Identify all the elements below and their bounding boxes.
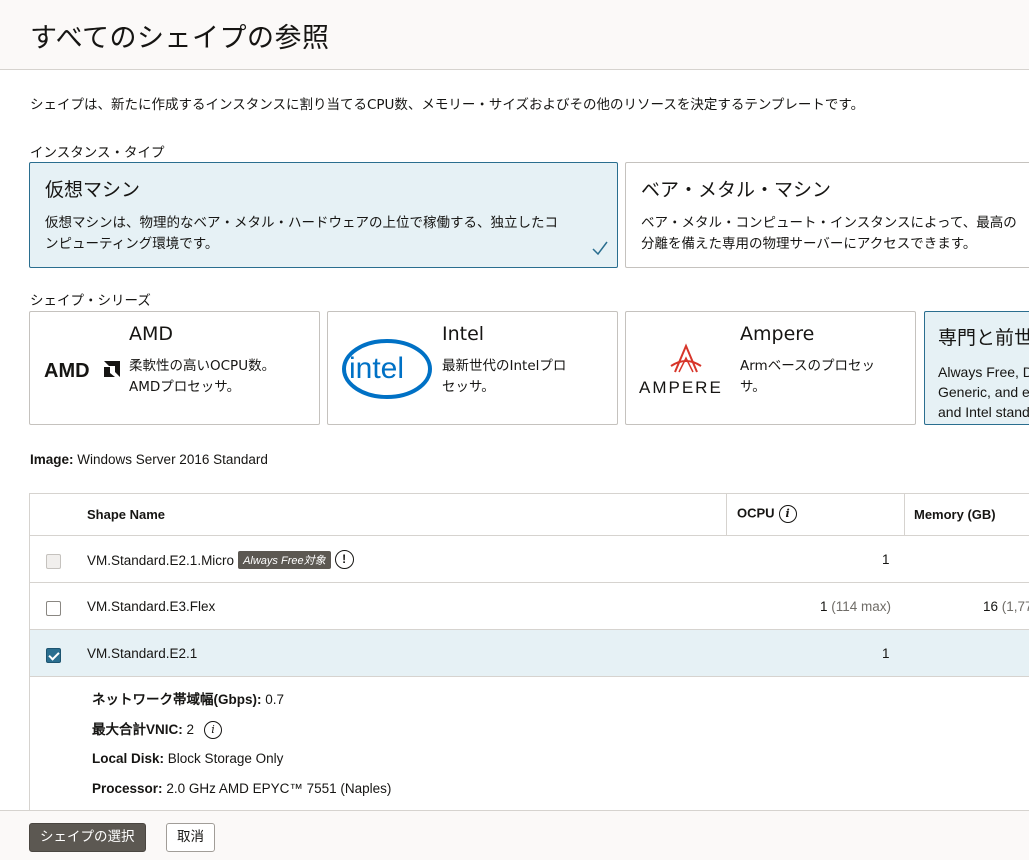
detail-local-disk: Local Disk: Block Storage Only	[92, 751, 283, 766]
card-desc-line: Armベースのプロセッ	[740, 358, 876, 374]
info-icon[interactable]: i	[778, 505, 797, 523]
table-row[interactable]: VM.Standard.E3.Flex 1 (114 max) 16 (1,77	[30, 583, 1029, 630]
card-description: Armベースのプロセッ サ。	[740, 356, 875, 398]
instance-type-label: インスタンス・タイプ	[30, 145, 165, 161]
panel-header: すべてのシェイプの参照	[0, 0, 1029, 70]
card-description: 柔軟性の高いOCPU数。 AMDプロセッサ。	[129, 356, 275, 398]
card-title: 仮想マシン	[45, 179, 141, 201]
memory-value: 16	[983, 599, 999, 614]
check-icon	[592, 241, 608, 256]
memory-max: (1,77	[1001, 599, 1029, 614]
select-shape-button[interactable]: シェイプの選択	[29, 823, 146, 852]
ocpu-cell: 1 (114 max)	[820, 599, 891, 614]
card-description: 仮想マシンは、物理的なベア・メタル・ハードウェアの上位で稼働する、独立したコ ン…	[45, 213, 558, 255]
card-desc-line: サ。	[740, 379, 766, 395]
detail-max-vnic: 最大合計VNIC: 2i	[92, 718, 223, 740]
amd-logo-text: AMD	[44, 360, 90, 380]
intel-logo-text: intel	[349, 352, 404, 385]
intro-text: シェイプは、新たに作成するインスタンスに割り当てるCPU数、メモリー・サイズおよ…	[30, 97, 865, 113]
card-desc-line: Generic, and e	[938, 384, 1029, 400]
card-desc-line: ンピューティング環境です。	[45, 236, 219, 252]
detail-processor: Processor: 2.0 GHz AMD EPYC™ 7551 (Naple…	[92, 781, 391, 796]
detail-value: 2.0 GHz AMD EPYC™ 7551 (Naples)	[166, 781, 392, 796]
card-desc-line: 仮想マシンは、物理的なベア・メタル・ハードウェアの上位で稼働する、独立したコ	[45, 215, 558, 231]
ampere-logo: AMPERE	[639, 342, 734, 398]
intel-logo: intel	[341, 336, 433, 400]
image-label: Image:	[30, 452, 74, 467]
card-desc-line: and Intel stand	[938, 404, 1029, 420]
shape-series-intel-card[interactable]: intel Intel 最新世代のIntelプロ セッサ。	[327, 311, 618, 425]
card-title: 専門と前世	[938, 327, 1029, 349]
detail-value: 0.7	[265, 692, 285, 707]
column-divider	[904, 494, 905, 536]
instance-type-virtual-machine-card[interactable]: 仮想マシン 仮想マシンは、物理的なベア・メタル・ハードウェアの上位で稼働する、独…	[29, 162, 618, 268]
ampere-logo-text: AMPERE	[639, 378, 723, 397]
detail-value: 2	[186, 722, 195, 737]
ocpu-value: 1	[820, 599, 828, 614]
card-desc-line: AMDプロセッサ。	[129, 379, 241, 395]
detail-label: Processor:	[92, 781, 163, 796]
table-header: Shape Name OCPU i Memory (GB)	[30, 494, 1029, 536]
card-description: Always Free, D Generic, and e and Intel …	[938, 362, 1029, 422]
card-title: ベア・メタル・マシン	[641, 179, 832, 201]
column-divider	[726, 494, 727, 536]
row-checkbox	[46, 554, 61, 569]
card-desc-line: 柔軟性の高いOCPU数。	[129, 358, 276, 374]
cancel-button[interactable]: 取消	[166, 823, 215, 852]
shape-name: VM.Standard.E2.1.Micro	[87, 553, 235, 568]
column-header-ocpu-label: OCPU	[737, 505, 775, 521]
card-title: AMD	[129, 323, 174, 345]
card-title: Intel	[442, 323, 485, 345]
shapes-table: Shape Name OCPU i Memory (GB) VM.Standard…	[29, 493, 1029, 810]
card-desc-line: 最新世代のIntelプロ	[442, 358, 567, 374]
table-row-selected[interactable]: VM.Standard.E2.1 1	[30, 630, 1029, 677]
image-value: Windows Server 2016 Standard	[77, 452, 268, 467]
card-description: 最新世代のIntelプロ セッサ。	[442, 356, 566, 398]
instance-type-bare-metal-card[interactable]: ベア・メタル・マシン ベア・メタル・コンピュート・インスタンスによって、最高の …	[625, 162, 1029, 268]
exclamation-icon[interactable]: !	[334, 550, 354, 569]
detail-label: ネットワーク帯域幅(Gbps):	[92, 692, 262, 707]
ocpu-max: (114 max)	[831, 599, 892, 614]
info-icon[interactable]: i	[204, 721, 223, 740]
detail-label: Local Disk:	[92, 751, 165, 766]
card-desc-line: セッサ。	[442, 379, 495, 395]
column-header-shape-name[interactable]: Shape Name	[87, 507, 165, 522]
row-checkbox[interactable]	[46, 648, 61, 663]
card-title: Ampere	[740, 323, 815, 345]
page-title: すべてのシェイプの参照	[30, 23, 330, 54]
column-header-memory[interactable]: Memory (GB)	[914, 507, 996, 522]
amd-logo: AMD	[44, 358, 122, 382]
ocpu-cell: 1	[882, 552, 890, 567]
column-header-ocpu[interactable]: OCPU i	[737, 505, 797, 523]
card-desc-line: 分離を備えた専用の物理サーバーにアクセスできます。	[641, 236, 977, 252]
shape-series-amd-card[interactable]: AMD AMD 柔軟性の高いOCPU数。 AMDプロセッサ。	[29, 311, 320, 425]
shape-details: ネットワーク帯域幅(Gbps): 0.7 最大合計VNIC: 2i Local …	[30, 673, 1029, 810]
ocpu-cell: 1	[882, 646, 890, 661]
detail-label: 最大合計VNIC:	[92, 722, 183, 737]
shape-name-cell: VM.Standard.E2.1.Micro Always Free対象!	[87, 550, 354, 569]
shape-name: VM.Standard.E3.Flex	[87, 599, 216, 614]
card-desc-line: Always Free, D	[938, 364, 1029, 380]
memory-cell: 16 (1,77	[983, 599, 1029, 614]
shape-name: VM.Standard.E2.1	[87, 646, 198, 661]
card-description: ベア・メタル・コンピュート・インスタンスによって、最高の 分離を備えた専用の物理…	[641, 213, 1017, 255]
shape-series-label: シェイプ・シリーズ	[30, 293, 151, 309]
table-row[interactable]: VM.Standard.E2.1.Micro Always Free対象! 1	[30, 536, 1029, 583]
panel-content[interactable]: シェイプは、新たに作成するインスタンスに割り当てるCPU数、メモリー・サイズおよ…	[0, 71, 1029, 810]
card-desc-line: ベア・メタル・コンピュート・インスタンスによって、最高の	[641, 215, 1017, 231]
detail-value: Block Storage Only	[167, 751, 284, 766]
detail-network-bandwidth: ネットワーク帯域幅(Gbps): 0.7	[92, 688, 284, 708]
always-free-badge: Always Free対象	[238, 551, 331, 569]
shape-series-ampere-card[interactable]: AMPERE Ampere Armベースのプロセッ サ。	[625, 311, 916, 425]
image-info: Image: Windows Server 2016 Standard	[30, 452, 268, 467]
panel-footer: シェイプの選択 取消	[0, 810, 1029, 860]
shape-series-specialty-card[interactable]: 専門と前世 Always Free, D Generic, and e and …	[924, 311, 1029, 425]
row-checkbox[interactable]	[46, 601, 61, 616]
